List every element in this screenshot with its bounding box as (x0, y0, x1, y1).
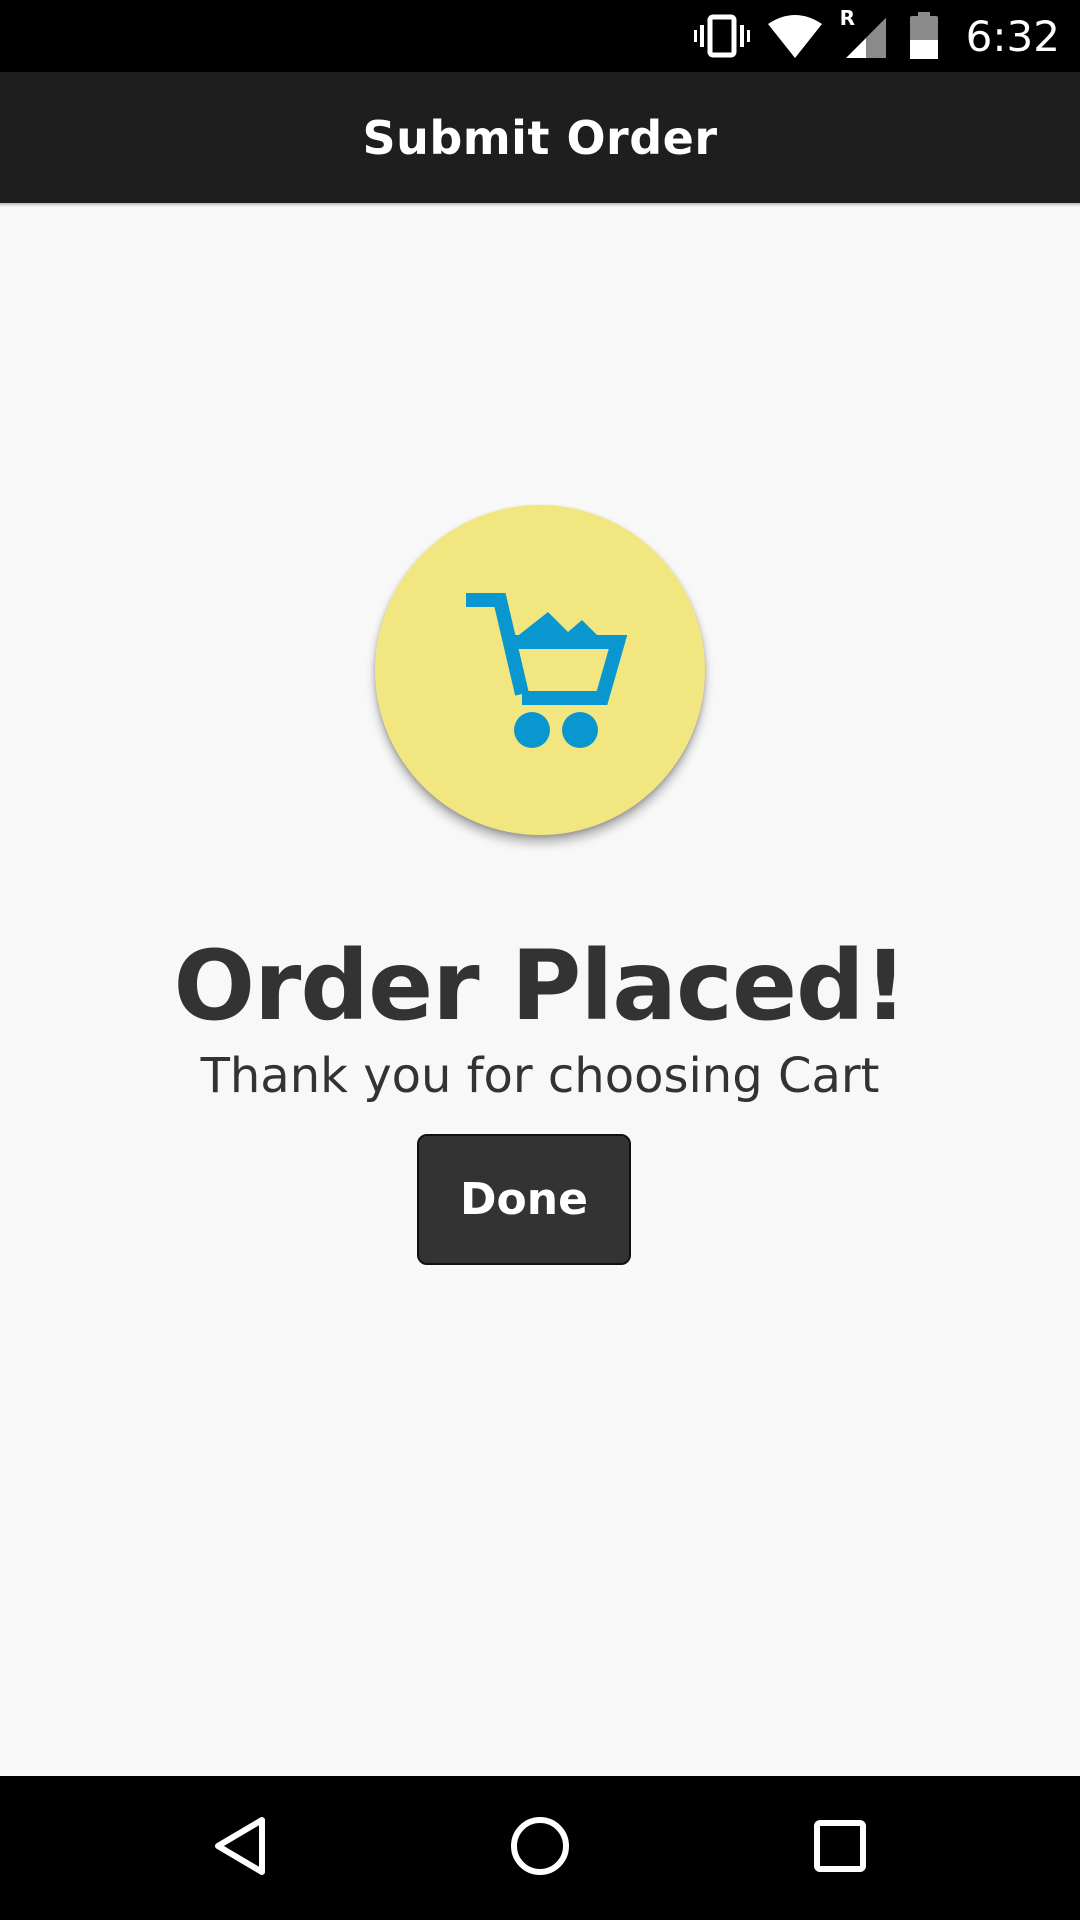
navigation-bar (0, 1776, 1080, 1920)
app-bar: Submit Order (0, 72, 1080, 203)
status-clock: 6:32 (965, 11, 1060, 61)
home-button[interactable] (460, 1776, 620, 1920)
home-icon (508, 1814, 572, 1883)
app-bar-shadow (0, 203, 1080, 207)
order-placed-headline: Order Placed! (173, 930, 907, 1042)
back-button[interactable] (160, 1776, 320, 1920)
done-button[interactable]: Done (417, 1134, 631, 1265)
battery-icon (908, 12, 940, 60)
vibrate-icon (693, 13, 750, 59)
wifi-icon (767, 14, 822, 58)
recents-icon (812, 1818, 868, 1879)
recents-button[interactable] (760, 1776, 920, 1920)
thank-you-message: Thank you for choosing Cart (200, 1048, 880, 1104)
status-icons: R 6:32 (693, 0, 1060, 72)
roaming-indicator: R (839, 6, 856, 30)
status-bar: R 6:32 (0, 0, 1080, 72)
shopping-cart-icon (440, 568, 640, 773)
cart-badge (375, 505, 705, 835)
cell-signal-icon: R (840, 6, 890, 60)
back-icon (210, 1814, 270, 1883)
app-bar-title: Submit Order (362, 110, 718, 165)
